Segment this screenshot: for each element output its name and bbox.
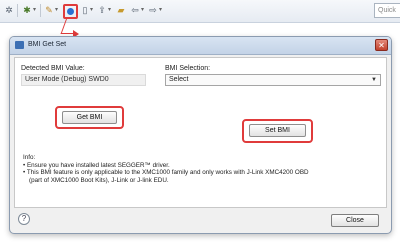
bmi-icon[interactable] [63,4,78,19]
dialog-app-icon [15,41,24,49]
chevron-down-icon: ▼ [371,77,377,83]
get-bmi-button[interactable]: Get BMI [62,111,117,124]
chevron-down-icon[interactable]: ▾ [55,6,58,13]
quick-access-input[interactable]: Quick [374,3,400,18]
info-section: Info: • Ensure you have installed latest… [23,154,383,184]
close-button[interactable]: Close [331,214,379,227]
dialog-title-bar[interactable]: BMI Get Set ✕ [10,37,391,55]
chevron-down-icon[interactable]: ▾ [108,6,111,13]
debug-icon[interactable]: ✱ [22,5,32,15]
forward-icon[interactable]: ⇨ [148,5,158,15]
page-icon[interactable]: ▯ [80,5,90,15]
chevron-down-icon[interactable]: ▾ [159,6,162,13]
chevron-down-icon[interactable]: ▾ [141,6,144,13]
detected-bmi-value: User Mode (Debug) SWD0 [21,74,146,86]
set-bmi-button[interactable]: Set BMI [249,124,306,137]
chevron-down-icon[interactable]: ▾ [90,6,93,13]
launch-icon[interactable]: ⇪ [97,5,107,15]
help-icon[interactable]: ? [18,213,30,225]
toolbar-separator [40,4,41,17]
info-line: • This BMI feature is only applicable to… [23,169,309,177]
info-title: Info: [23,154,36,161]
wand-icon[interactable]: ✎ [44,5,54,15]
folder-icon[interactable]: ▰ [116,5,126,15]
bmi-get-set-dialog: BMI Get Set ✕ Detected BMI Value: User M… [9,36,392,234]
bmi-selection-label: BMI Selection: [165,65,211,72]
back-icon[interactable]: ⇦ [130,5,140,15]
bmi-selection-dropdown[interactable]: Select ▼ [165,74,381,86]
close-icon[interactable]: ✕ [375,39,388,51]
info-line: (part of XMC1000 Boot Kits), J-Link or J… [29,176,169,184]
info-line: • Ensure you have installed latest SEGGE… [23,161,170,169]
eclipse-toolbar: ✲ ✱ ▾ ✎ ▾ ▯ ▾ ⇪ ▾ ▰ ⇦ ▾ ⇨ ▾ Quick [0,0,400,23]
bmi-selection-value: Select [169,76,189,83]
detected-bmi-label: Detected BMI Value: [21,65,85,72]
toolbar-separator [17,4,18,17]
chevron-down-icon[interactable]: ▾ [33,6,36,13]
dialog-content: Detected BMI Value: User Mode (Debug) SW… [14,57,387,208]
dialog-title: BMI Get Set [28,41,67,48]
gear-icon[interactable]: ✲ [4,5,14,15]
